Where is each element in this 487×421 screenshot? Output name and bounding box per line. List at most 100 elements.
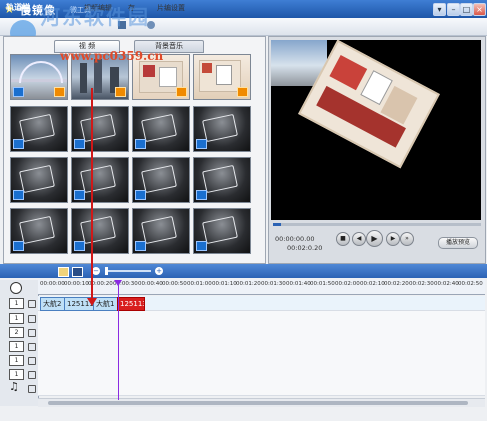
watermark-url: www.pc0359.cn <box>60 49 164 63</box>
previous-icon[interactable]: ◀ <box>352 232 366 246</box>
video-badge-icon <box>196 190 207 200</box>
video-badge-icon <box>13 190 24 200</box>
ruler-tick: 00:02:50 <box>458 281 483 287</box>
clock-icon <box>10 282 22 294</box>
annotation-arrow-head-icon <box>87 298 97 306</box>
ruler-tick: 00:00:00 <box>40 281 65 287</box>
lock-icon[interactable] <box>28 357 36 365</box>
track-label[interactable]: 1 <box>9 341 24 352</box>
ruler-tick: 00:01:50 <box>310 281 335 287</box>
seek-bar[interactable] <box>273 223 481 226</box>
film-icon <box>80 164 116 194</box>
media-slot-empty[interactable] <box>10 157 68 203</box>
video-clip-selected[interactable]: 12511352 <box>117 297 145 311</box>
media-slot-empty[interactable] <box>10 208 68 254</box>
lock-icon[interactable] <box>28 371 36 379</box>
stop-icon[interactable]: ■ <box>336 232 350 246</box>
track-panel-title: 轨道栏 <box>6 3 30 12</box>
video-badge-icon <box>13 139 24 149</box>
timeline-scrollbar[interactable] <box>38 398 485 407</box>
open-folder-icon[interactable] <box>58 267 69 277</box>
lock-icon[interactable] <box>28 385 36 393</box>
play-button[interactable]: ▶ <box>366 230 383 247</box>
zoom-slider-thumb[interactable] <box>105 267 108 275</box>
music-track[interactable] <box>38 381 485 396</box>
track-label[interactable]: 1 <box>9 355 24 366</box>
playhead[interactable] <box>118 284 119 400</box>
preview-panel: 00:00:00.00 00:02:0.20 ■ ◀ ▶ ▶ » 播放预览 <box>268 36 486 264</box>
film-icon <box>19 164 55 194</box>
time-current: 00:00:00.00 <box>275 235 315 243</box>
zoom-out-icon[interactable]: − <box>92 267 100 275</box>
menu-settings[interactable]: 片编设置 <box>157 3 185 13</box>
overlay-track[interactable] <box>38 325 485 340</box>
image-badge-icon <box>237 87 248 97</box>
ruler-tick: 00:01:10 <box>212 281 237 287</box>
media-slot-empty[interactable] <box>71 208 129 254</box>
track-label[interactable]: 1 <box>9 313 24 324</box>
overlay-track[interactable] <box>38 367 485 382</box>
image-badge-icon <box>176 87 187 97</box>
film-icon <box>80 215 116 245</box>
ruler-tick: 00:01:30 <box>261 281 286 287</box>
film-icon <box>141 215 177 245</box>
track-video-label[interactable]: 1 <box>9 298 24 309</box>
media-slot-empty[interactable] <box>193 208 251 254</box>
menu-icon[interactable]: ▾ <box>433 3 446 16</box>
video-track[interactable]: 大航2 12511179 大航1 12511352 <box>38 296 485 311</box>
minimize-icon[interactable]: – <box>447 3 460 16</box>
video-clip[interactable]: 大航2 <box>40 297 66 311</box>
video-badge-icon <box>74 139 85 149</box>
zoom-slider[interactable] <box>105 270 151 272</box>
video-badge-icon <box>74 241 85 251</box>
media-slot-empty[interactable] <box>193 157 251 203</box>
maximize-icon[interactable]: □ <box>460 3 473 16</box>
save-track-icon[interactable] <box>72 267 83 277</box>
ruler-tick: 00:02:10 <box>360 281 385 287</box>
overlay-track[interactable] <box>38 353 485 368</box>
lock-icon[interactable] <box>28 315 36 323</box>
track-label[interactable]: 2 <box>9 327 24 338</box>
watermark-title: 河东软件园 <box>40 5 150 29</box>
video-badge-icon <box>13 87 24 97</box>
video-badge-icon <box>13 241 24 251</box>
ruler-tick: 00:02:40 <box>434 281 459 287</box>
overlay-track[interactable] <box>38 311 485 326</box>
film-icon <box>202 113 238 143</box>
timeline-ruler[interactable]: 00:00:00 00:00:10 00:00:20 00:00:30 00:0… <box>38 280 485 295</box>
media-thumbnail[interactable] <box>193 54 251 100</box>
film-icon <box>19 215 55 245</box>
video-badge-icon <box>196 139 207 149</box>
zoom-in-icon[interactable]: + <box>155 267 163 275</box>
lock-icon[interactable] <box>28 343 36 351</box>
film-icon <box>141 113 177 143</box>
media-slot-empty[interactable] <box>10 106 68 152</box>
music-note-icon: ♫ <box>9 380 19 393</box>
fast-forward-icon[interactable]: » <box>400 232 414 246</box>
annotation-arrow-line <box>91 88 93 300</box>
media-slot-empty[interactable] <box>71 157 129 203</box>
track-label[interactable]: 1 <box>9 369 24 380</box>
media-library-panel: 视 频 背景音乐 <box>3 36 266 264</box>
film-icon <box>202 215 238 245</box>
media-slot-empty[interactable] <box>71 106 129 152</box>
ruler-tick: 00:00:50 <box>162 281 187 287</box>
close-icon[interactable]: × <box>473 3 486 16</box>
lock-icon[interactable] <box>28 300 36 308</box>
media-slot-empty[interactable] <box>132 157 190 203</box>
ruler-tick: 00:01:40 <box>286 281 311 287</box>
ruler-tick: 00:00:10 <box>64 281 89 287</box>
ruler-tick: 00:00:40 <box>138 281 163 287</box>
preview-apply-button[interactable]: 播放预览 <box>438 237 478 249</box>
image-badge-icon <box>115 87 126 97</box>
overlay-track[interactable] <box>38 339 485 354</box>
film-icon <box>202 164 238 194</box>
media-slot-empty[interactable] <box>193 106 251 152</box>
playhead-marker-icon[interactable] <box>114 280 122 286</box>
ruler-tick: 00:02:30 <box>409 281 434 287</box>
media-slot-empty[interactable] <box>132 106 190 152</box>
media-slot-empty[interactable] <box>132 208 190 254</box>
time-total: 00:02:0.20 <box>287 244 323 252</box>
next-icon[interactable]: ▶ <box>386 232 400 246</box>
lock-icon[interactable] <box>28 329 36 337</box>
